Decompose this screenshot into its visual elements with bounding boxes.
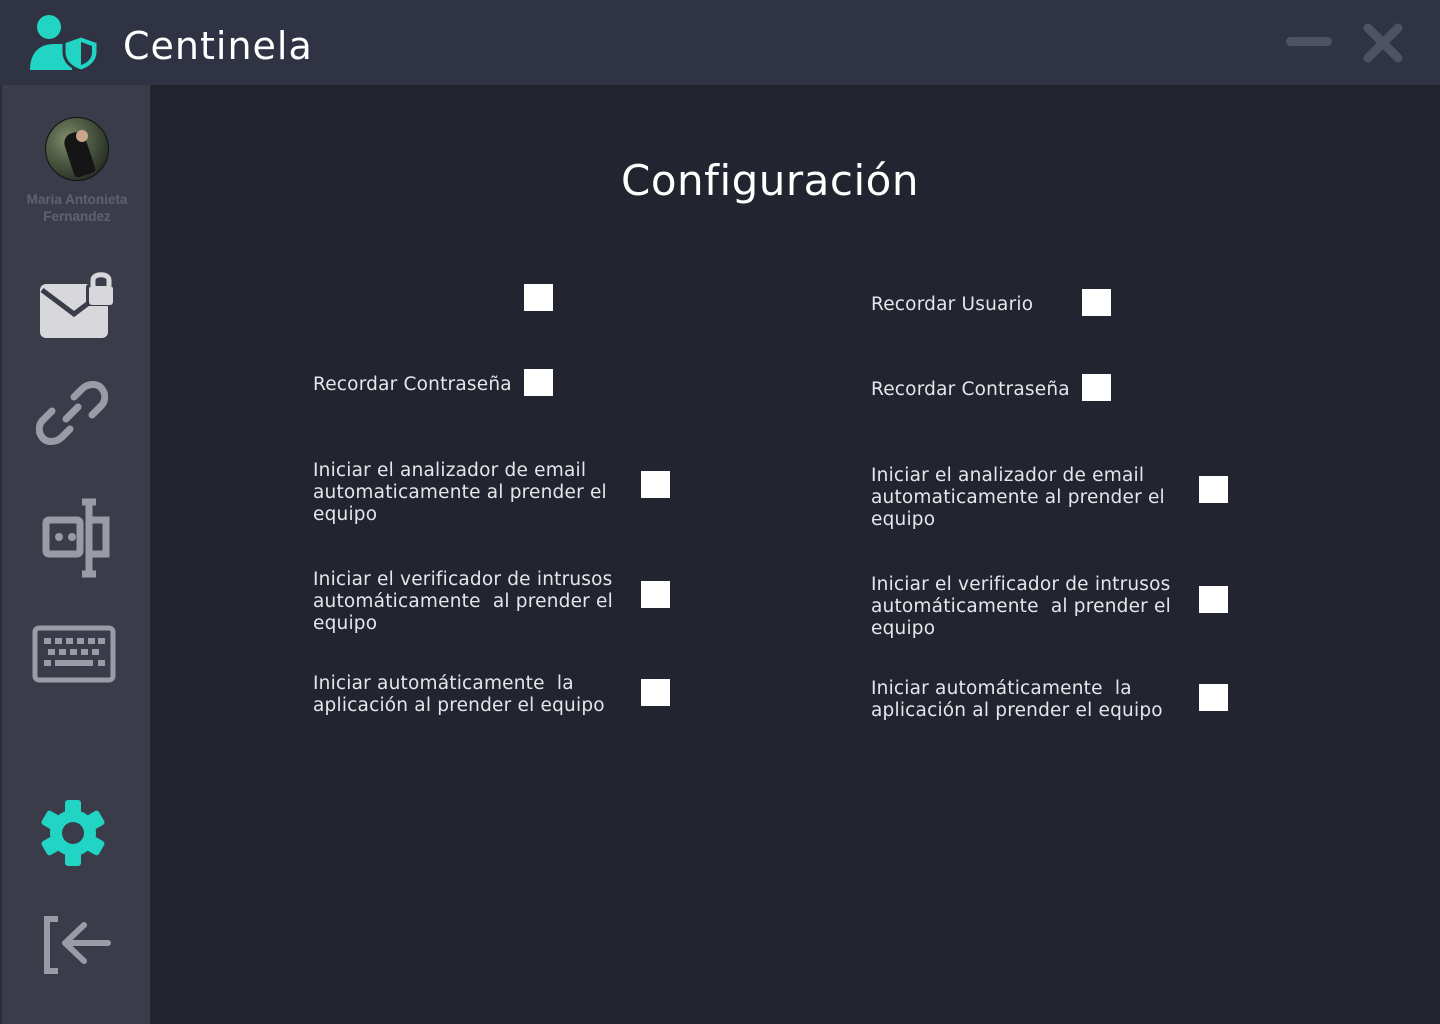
label-left-remember-password: Recordar Contraseña bbox=[313, 374, 512, 395]
label-right-intruder-verifier: Iniciar el verificador de intrusos autom… bbox=[871, 574, 1171, 639]
checkbox-left-remember-password[interactable] bbox=[524, 369, 553, 396]
user-name: Maria Antonieta Fernandez bbox=[26, 192, 128, 224]
sidebar-item-text-input[interactable] bbox=[42, 498, 114, 578]
checkbox-right-remember-user[interactable] bbox=[1082, 289, 1111, 316]
checkbox-right-remember-password[interactable] bbox=[1082, 374, 1111, 401]
checkbox-right-autostart-app[interactable] bbox=[1199, 684, 1228, 711]
checkbox-right-intruder-verifier[interactable] bbox=[1199, 586, 1228, 613]
title-bar: Centinela bbox=[0, 0, 1440, 85]
avatar[interactable] bbox=[45, 117, 109, 181]
minimize-icon bbox=[1286, 37, 1332, 46]
keyboard-icon bbox=[32, 625, 116, 683]
sidebar-item-mail-lock[interactable] bbox=[38, 270, 116, 340]
label-right-remember-password: Recordar Contraseña bbox=[871, 379, 1070, 400]
label-left-intruder-verifier: Iniciar el verificador de intrusos autom… bbox=[313, 569, 613, 634]
close-icon bbox=[1363, 23, 1403, 63]
checkbox-left-autostart-app[interactable] bbox=[641, 679, 670, 706]
settings-icon bbox=[41, 800, 105, 866]
sidebar: Maria Antonieta Fernandez bbox=[0, 85, 150, 1024]
avatar-face bbox=[76, 130, 88, 142]
text-cursor-icon bbox=[42, 498, 110, 578]
label-left-autostart-app: Iniciar automáticamente la aplicación al… bbox=[313, 673, 605, 716]
sidebar-item-keyboard[interactable] bbox=[32, 625, 116, 683]
label-right-remember-user: Recordar Usuario bbox=[871, 294, 1034, 315]
app-title: Centinela bbox=[123, 24, 313, 68]
label-right-email-analyzer: Iniciar el analizador de email automatic… bbox=[871, 465, 1165, 530]
label-left-email-analyzer: Iniciar el analizador de email automatic… bbox=[313, 460, 607, 525]
sidebar-item-settings[interactable] bbox=[38, 798, 108, 868]
user-shield-icon bbox=[30, 15, 100, 72]
checkbox-left-1[interactable] bbox=[524, 284, 553, 311]
close-button[interactable] bbox=[1362, 22, 1404, 64]
sidebar-item-link[interactable] bbox=[35, 377, 109, 449]
checkbox-left-email-analyzer[interactable] bbox=[641, 471, 670, 498]
logout-icon bbox=[44, 916, 111, 974]
mail-lock-icon bbox=[40, 272, 114, 338]
page-title: Configuración bbox=[621, 156, 919, 205]
sidebar-item-logout[interactable] bbox=[40, 913, 112, 977]
minimize-button[interactable] bbox=[1284, 28, 1334, 56]
checkbox-right-email-analyzer[interactable] bbox=[1199, 476, 1228, 503]
link-icon bbox=[35, 381, 109, 445]
checkbox-left-intruder-verifier[interactable] bbox=[641, 581, 670, 608]
label-right-autostart-app: Iniciar automáticamente la aplicación al… bbox=[871, 678, 1163, 721]
